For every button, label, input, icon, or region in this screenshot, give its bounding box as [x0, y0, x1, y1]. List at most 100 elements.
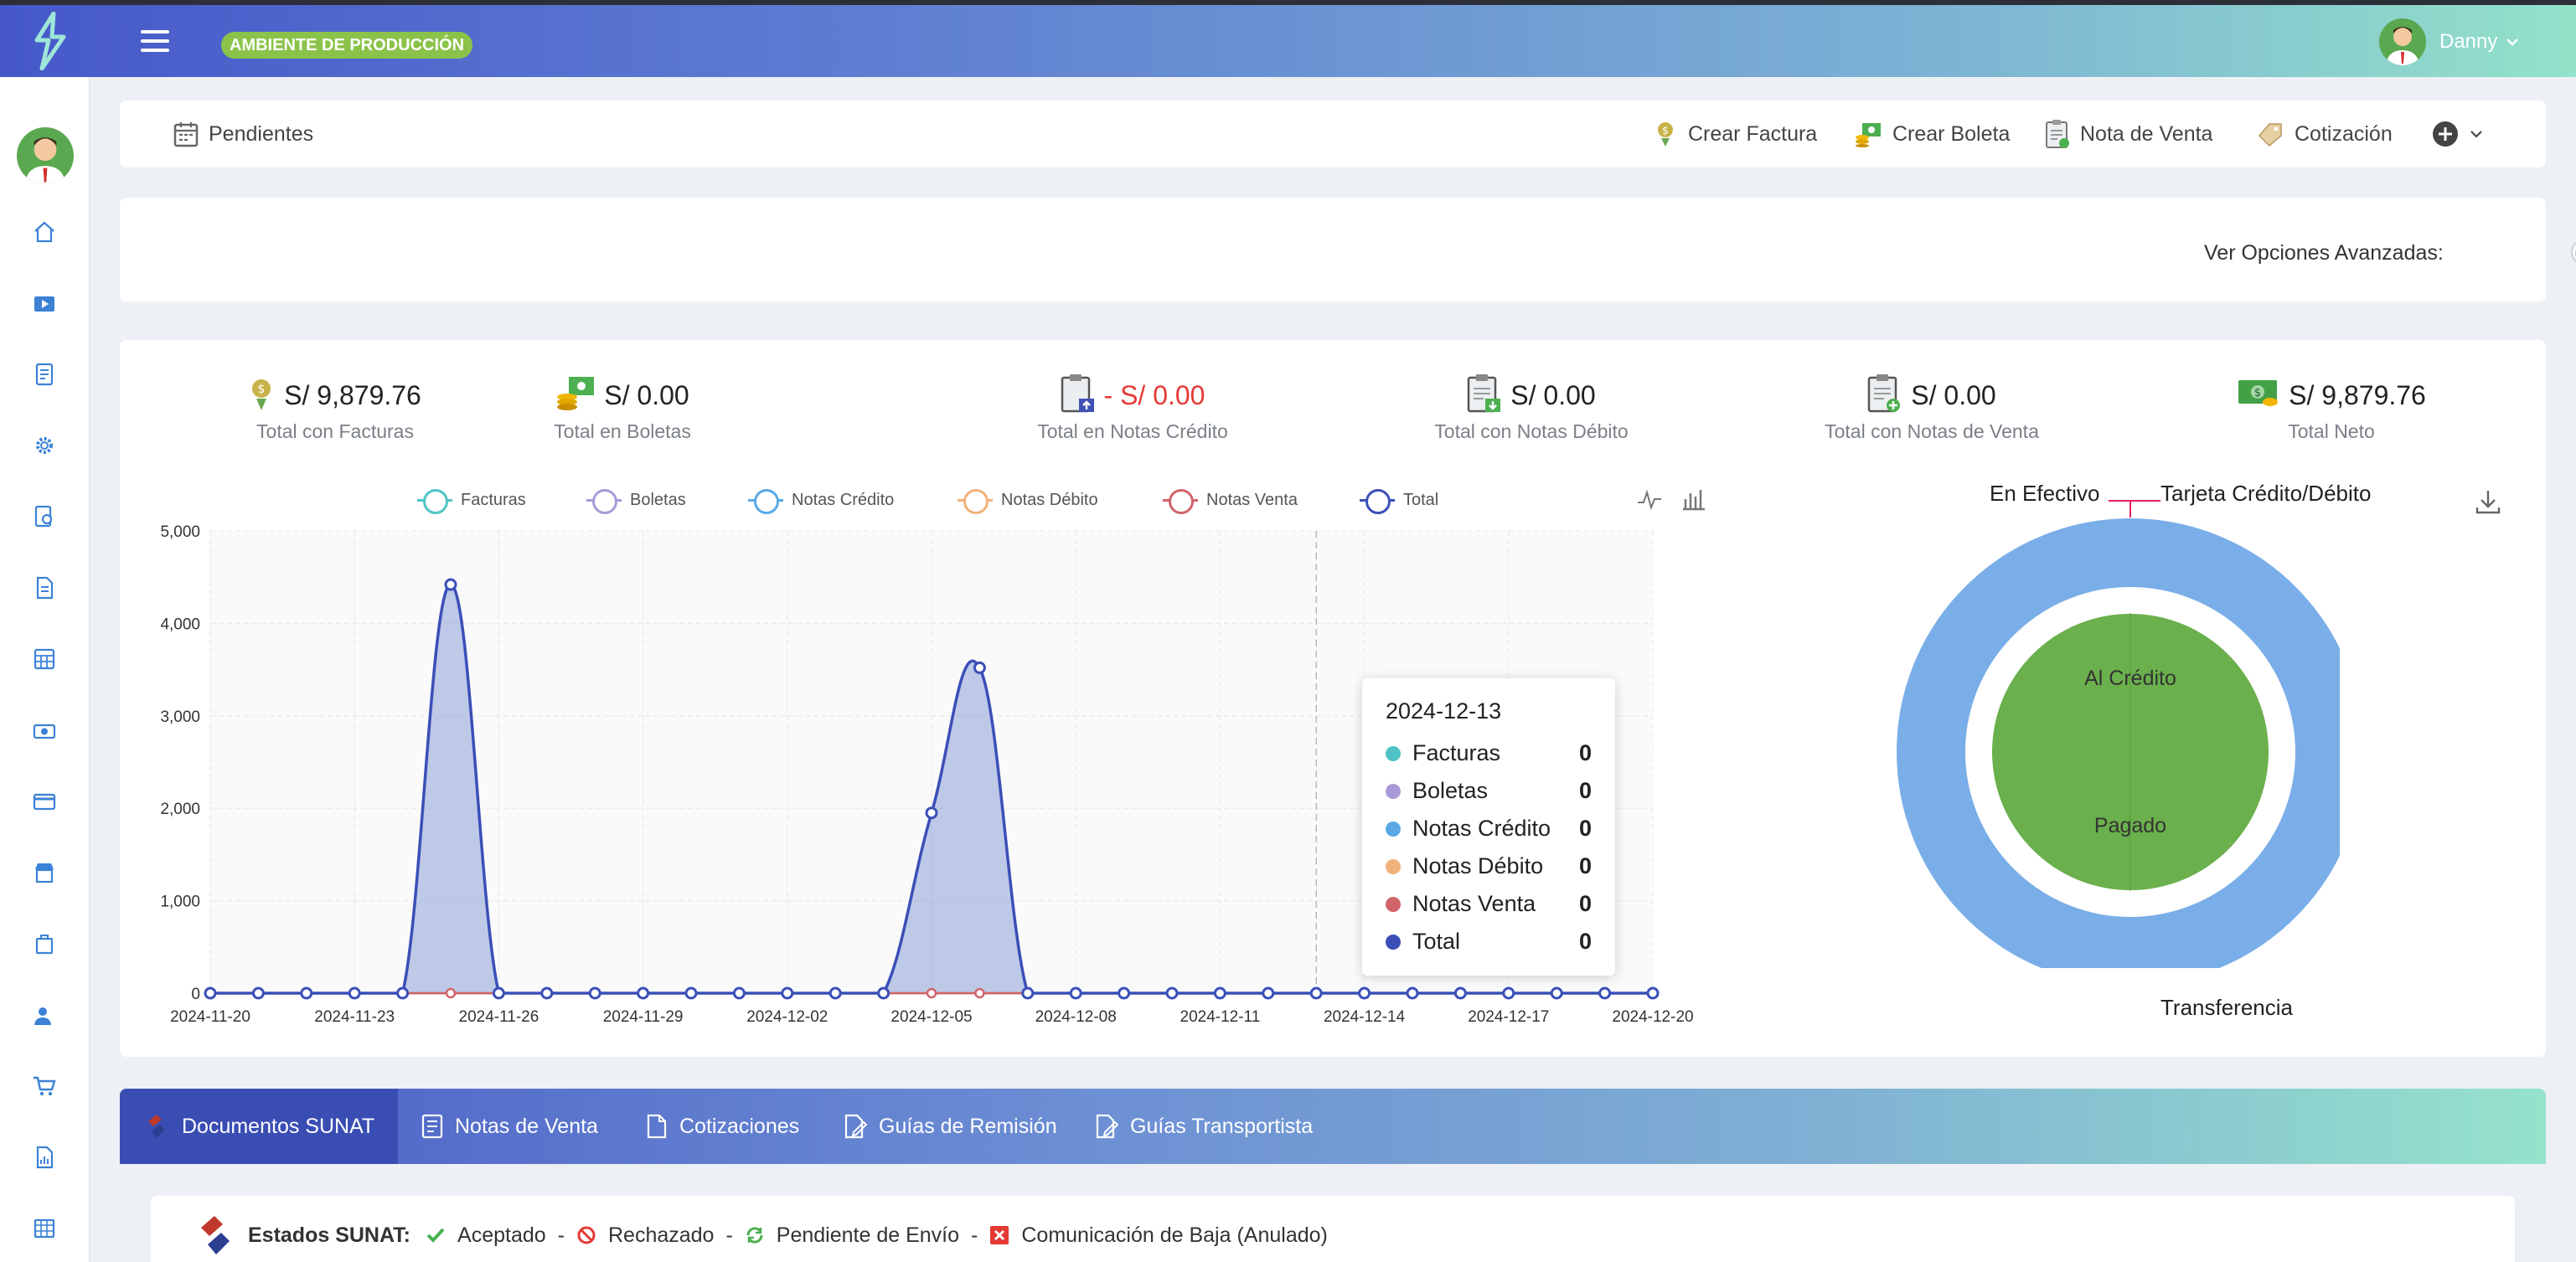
user-menu[interactable]: Danny [2379, 18, 2521, 65]
sidebar-avatar[interactable] [17, 127, 74, 184]
data-point[interactable] [1406, 986, 1419, 1000]
user-name: Danny [2439, 30, 2498, 53]
stat-card: S/ 0.00 Total con Notas de Venta [1756, 373, 2108, 443]
clipboard-up-icon [1061, 373, 1096, 418]
tooltip-dot [1386, 934, 1401, 950]
data-point[interactable] [1598, 986, 1612, 1000]
tab-quotations[interactable]: Cotizaciones [646, 1089, 799, 1164]
data-point[interactable] [396, 986, 410, 1000]
donut-label-cash: En Efectivo [1990, 481, 2100, 506]
download-icon[interactable] [2474, 487, 2502, 516]
video-icon[interactable] [32, 291, 57, 317]
report-icon[interactable] [32, 1145, 57, 1170]
data-point[interactable] [300, 986, 313, 1000]
svg-text:$: $ [2254, 387, 2261, 399]
top-navbar: AMBIENTE DE PRODUCCIÓN Danny [0, 5, 2576, 77]
data-point[interactable] [829, 986, 842, 1000]
x-tick-label: 2024-11-26 [459, 1008, 539, 1026]
pending-link[interactable]: Pendientes [173, 119, 313, 149]
home-icon[interactable] [32, 219, 57, 245]
stat-card: S/ 0.00 Total en Boletas [447, 373, 798, 443]
data-point[interactable] [925, 806, 938, 820]
x-tick-label: 2024-12-20 [1612, 1008, 1693, 1026]
x-tick-label: 2024-12-17 [1468, 1008, 1549, 1026]
data-point[interactable] [877, 986, 891, 1000]
box-icon[interactable] [32, 931, 57, 956]
chevron-down-icon [2506, 39, 2519, 46]
tooltip-series: Notas Crédito [1412, 816, 1551, 841]
close-box-icon [990, 1226, 1009, 1244]
money-icon[interactable] [32, 719, 57, 744]
quotation-button[interactable]: Cotización [2256, 119, 2393, 149]
clipboard-icon [2046, 120, 2069, 148]
menu-toggle-icon[interactable] [141, 30, 169, 54]
stat-value: S/ 9,879.76 [284, 379, 421, 410]
receipt-icon[interactable] [32, 362, 57, 387]
table-icon[interactable] [32, 1216, 57, 1241]
sales-note-button[interactable]: Nota de Venta [2045, 119, 2212, 149]
data-point[interactable] [1069, 986, 1082, 1000]
create-invoice-button[interactable]: $ Crear Factura [1655, 119, 1817, 149]
svg-text:$: $ [1662, 125, 1669, 137]
status-voided: Comunicación de Baja (Anulado) [989, 1223, 1328, 1248]
gear-icon[interactable] [32, 433, 57, 458]
cart-icon[interactable] [32, 1074, 57, 1099]
data-point[interactable] [1021, 986, 1035, 1000]
document-search-icon[interactable] [32, 504, 57, 529]
tooltip-date: 2024-12-13 [1386, 698, 1502, 724]
data-point[interactable] [926, 987, 937, 999]
advanced-options-toggle[interactable] [2571, 240, 2576, 265]
status-rejected: Rechazado [576, 1223, 714, 1248]
x-tick-label: 2024-12-05 [891, 1008, 972, 1026]
tab-remission-guides[interactable]: Guías de Remisión [844, 1089, 1057, 1164]
app-logo[interactable] [28, 12, 72, 70]
data-point[interactable] [1453, 986, 1467, 1000]
data-point[interactable] [637, 986, 650, 1000]
data-point[interactable] [1165, 986, 1179, 1000]
x-tick-label: 2024-11-29 [603, 1008, 684, 1026]
document-icon[interactable] [32, 575, 57, 600]
user-settings-icon[interactable] [32, 1003, 57, 1028]
data-point[interactable] [492, 986, 505, 1000]
data-point[interactable] [973, 661, 986, 674]
tooltip-value: 0 [1578, 740, 1592, 765]
stat-value: S/ 0.00 [604, 379, 689, 410]
create-receipt-button[interactable]: Crear Boleta [1854, 119, 2010, 149]
data-point[interactable] [1213, 986, 1226, 1000]
data-point[interactable] [204, 986, 217, 1000]
store-icon[interactable] [32, 860, 57, 885]
tooltip-row: Boletas 0 [1386, 772, 1592, 810]
tooltip-dot [1386, 896, 1401, 912]
data-point[interactable] [251, 986, 265, 1000]
data-point[interactable] [974, 987, 985, 999]
data-point[interactable] [1262, 986, 1275, 1000]
tab-sales-notes[interactable]: Notas de Venta [421, 1089, 598, 1164]
credit-card-icon[interactable] [32, 789, 57, 814]
data-point[interactable] [732, 986, 746, 1000]
data-point[interactable] [444, 578, 457, 591]
sunat-logo-icon [201, 1216, 230, 1254]
calculator-icon[interactable] [32, 646, 57, 672]
data-point[interactable] [684, 986, 698, 1000]
data-point[interactable] [348, 986, 361, 1000]
x-tick-label: 2024-11-23 [314, 1008, 395, 1026]
tooltip-value: 0 [1578, 816, 1592, 841]
data-point[interactable] [1309, 986, 1323, 1000]
data-point[interactable] [1550, 986, 1563, 1000]
donut-label-transfer: Transferencia [2160, 995, 2293, 1020]
data-point[interactable] [1502, 986, 1515, 1000]
stat-card: $ S/ 9,879.76 Total Neto [2155, 373, 2507, 443]
data-point[interactable] [540, 986, 554, 1000]
data-point[interactable] [1118, 986, 1131, 1000]
data-point[interactable] [1646, 986, 1660, 1000]
data-point[interactable] [1358, 986, 1371, 1000]
file-edit-icon [1096, 1114, 1118, 1139]
tab-sunat-documents[interactable]: Documentos SUNAT [120, 1089, 399, 1164]
tab-carrier-guides[interactable]: Guías Transportista [1095, 1089, 1313, 1164]
x-tick-label: 2024-12-02 [746, 1008, 828, 1026]
more-actions-button[interactable] [2432, 119, 2494, 149]
data-point[interactable] [781, 986, 794, 1000]
tooltip-value: 0 [1578, 891, 1592, 916]
data-point[interactable] [588, 986, 601, 1000]
data-point[interactable] [445, 987, 457, 999]
